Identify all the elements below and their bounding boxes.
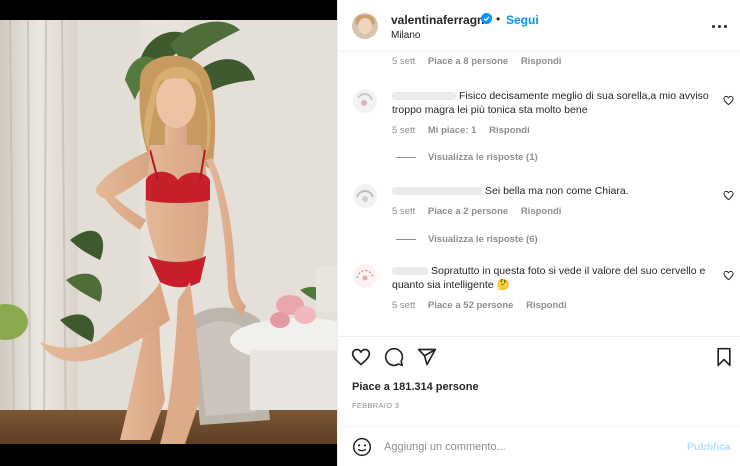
likes-count[interactable]: Piace a 181.314 persone <box>352 381 479 393</box>
commenter-username-blurred[interactable] <box>392 267 428 276</box>
like-heart-icon[interactable] <box>351 347 371 367</box>
view-replies-button[interactable]: Visualizza le risposte (6) <box>396 234 538 245</box>
heart-icon[interactable] <box>723 95 734 106</box>
replies-divider <box>396 156 416 158</box>
comment-meta: 5 sett Mi piace: 1 Rispondi <box>392 125 530 136</box>
view-replies-label: Visualizza le risposte (6) <box>428 234 538 245</box>
photo-illustration <box>0 20 337 444</box>
header-separator: • <box>496 12 501 26</box>
author-avatar[interactable] <box>352 13 378 39</box>
more-options-icon[interactable] <box>712 18 728 34</box>
comment-likes[interactable]: Piace a 52 persone <box>428 300 514 311</box>
follow-button[interactable]: Segui <box>506 13 539 27</box>
save-icon[interactable] <box>714 347 734 367</box>
media-letterbox-top <box>0 0 337 20</box>
view-replies-label: Visualizza le risposte (1) <box>428 152 538 163</box>
post-side-panel: valentinaferragni • Segui Milano 5 sett … <box>337 0 740 466</box>
reply-button[interactable]: Rispondi <box>521 56 562 67</box>
comment-time: 5 sett <box>392 206 416 217</box>
post-photo[interactable] <box>0 20 337 444</box>
reply-button[interactable]: Rispondi <box>489 125 530 136</box>
instagram-post: valentinaferragni • Segui Milano 5 sett … <box>0 0 740 466</box>
post-media <box>0 0 337 466</box>
post-header: valentinaferragni • Segui Milano <box>338 0 740 52</box>
comment-body: Sei bella ma non come Chiara. <box>392 184 712 198</box>
comment-time: 5 sett <box>392 300 416 311</box>
commenter-avatar[interactable] <box>352 263 378 289</box>
share-icon[interactable] <box>417 347 437 367</box>
comment-likes[interactable]: Mi piace: 1 <box>428 125 477 136</box>
comment-icon[interactable] <box>384 347 404 367</box>
comment-input[interactable] <box>384 437 664 457</box>
comment-body: Sopratutto in questa foto si vede il val… <box>392 264 712 292</box>
comment-text: Sei bella ma non come Chiara. <box>485 185 629 197</box>
verified-badge-icon <box>481 13 492 24</box>
comments-list[interactable]: 5 sett Piace a 8 persone Rispondi Fisico… <box>338 53 740 335</box>
comment-likes[interactable]: Piace a 8 persone <box>428 56 508 67</box>
post-location[interactable]: Milano <box>391 30 420 41</box>
avatar-face <box>358 18 372 34</box>
reply-button[interactable]: Rispondi <box>526 300 567 311</box>
view-replies-button[interactable]: Visualizza le risposte (1) <box>396 152 538 163</box>
comment-body: Fisico decisamente meglio di sua sorella… <box>392 89 712 117</box>
reply-button[interactable]: Rispondi <box>521 206 562 217</box>
commenter-username-blurred[interactable] <box>392 92 456 101</box>
comment-meta: 5 sett Piace a 8 persone Rispondi <box>392 56 561 67</box>
publish-button[interactable]: Pubblica <box>687 441 731 453</box>
media-letterbox-bottom <box>0 444 337 466</box>
heart-icon[interactable] <box>723 270 734 281</box>
comment-text: Sopratutto in questa foto si vede il val… <box>392 265 706 291</box>
commenter-avatar[interactable] <box>352 88 378 114</box>
post-date[interactable]: FEBBRAIO 3 <box>352 401 399 410</box>
add-comment-bar: Pubblica <box>338 426 740 466</box>
commenter-avatar[interactable] <box>352 183 378 209</box>
comment-meta: 5 sett Piace a 2 persone Rispondi <box>392 206 561 217</box>
comment-time: 5 sett <box>392 56 416 67</box>
comment-likes[interactable]: Piace a 2 persone <box>428 206 508 217</box>
comment-time: 5 sett <box>392 125 416 136</box>
post-actions: Piace a 181.314 persone FEBBRAIO 3 <box>338 336 740 436</box>
replies-divider <box>396 238 416 240</box>
thinking-emoji: 🤔 <box>496 279 510 291</box>
emoji-icon[interactable] <box>352 437 372 457</box>
commenter-username-blurred[interactable] <box>392 187 482 196</box>
author-username[interactable]: valentinaferragni <box>391 13 488 27</box>
comment-meta: 5 sett Piace a 52 persone Rispondi <box>392 300 567 311</box>
heart-icon[interactable] <box>723 190 734 201</box>
